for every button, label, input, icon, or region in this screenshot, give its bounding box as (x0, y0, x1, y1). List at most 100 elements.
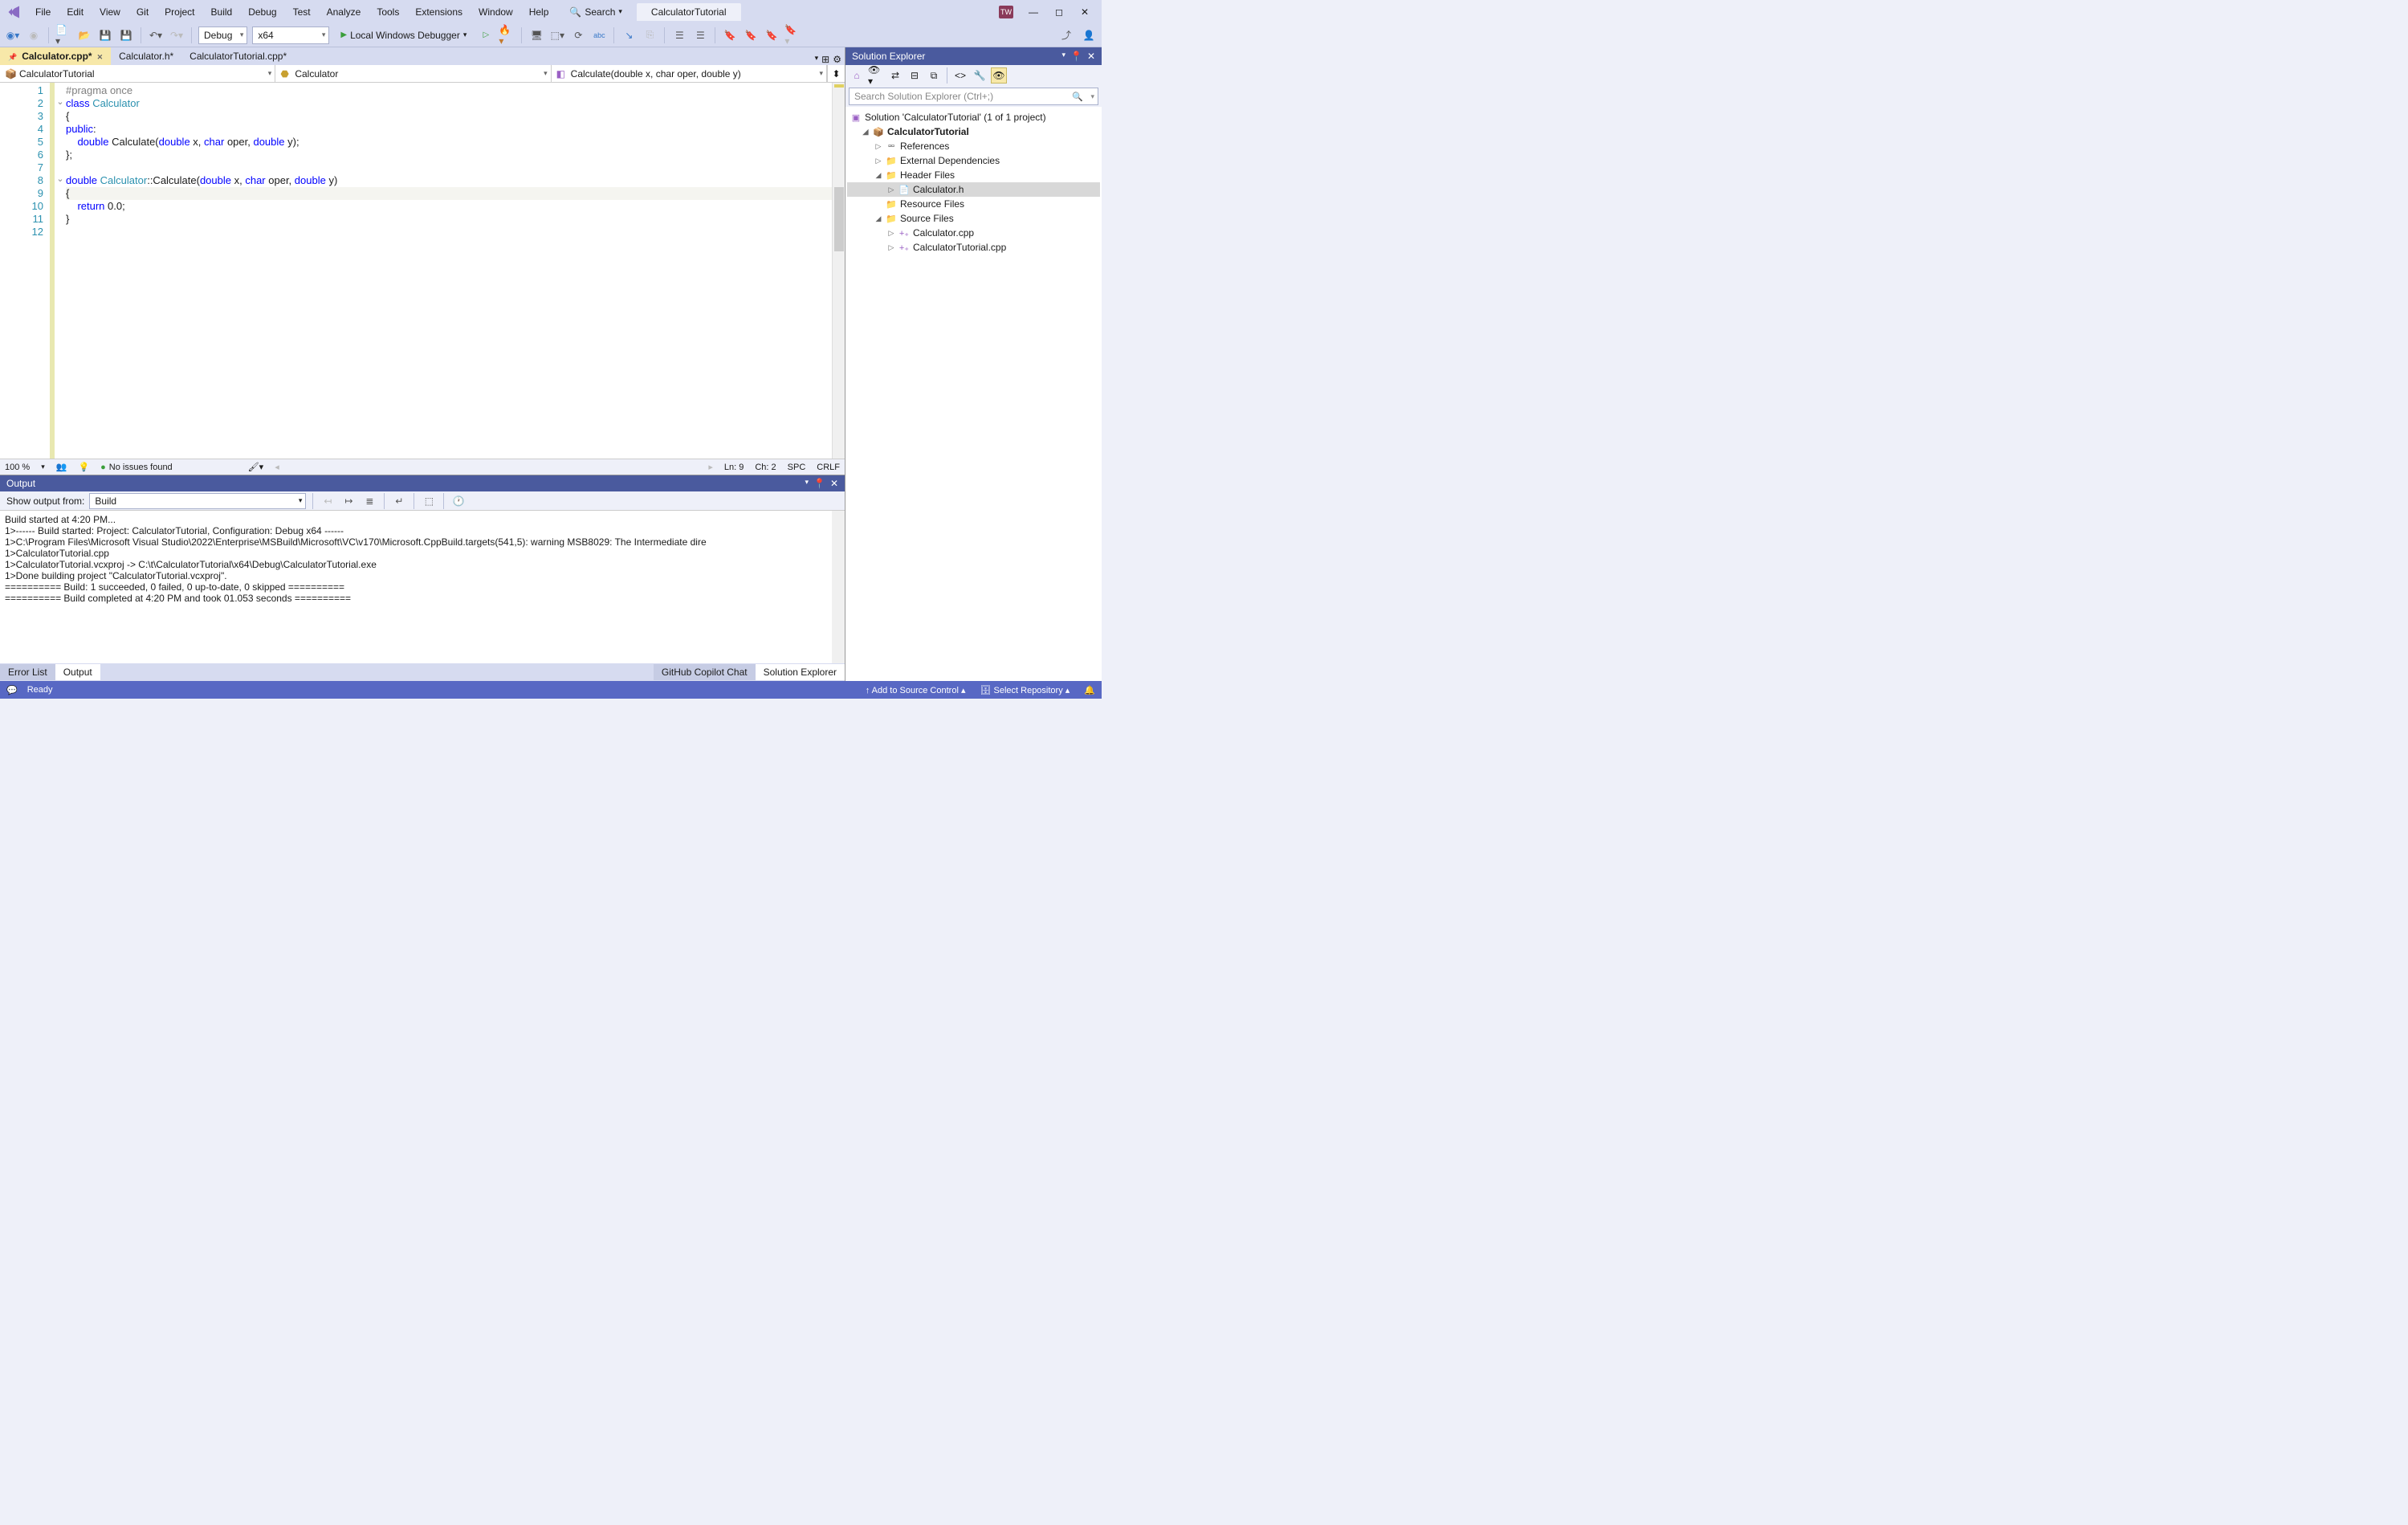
bottom-tab-github-copilot-chat[interactable]: GitHub Copilot Chat (654, 664, 756, 680)
start-debug-button[interactable]: ▶ Local Windows Debugger ▾ (334, 27, 473, 44)
account-icon[interactable]: TW (999, 6, 1013, 18)
sync-icon[interactable]: ⟳ (570, 27, 586, 43)
se-sync-icon[interactable]: ⇄ (887, 67, 903, 84)
toggle-icon[interactable]: ⬚ (421, 493, 437, 509)
brush-icon[interactable]: 🖌▾ (248, 462, 264, 472)
menu-build[interactable]: Build (203, 3, 241, 21)
tabs-preview-icon[interactable]: ⊞ (821, 54, 829, 65)
clear-icon[interactable]: ≣ (361, 493, 377, 509)
outdent-icon[interactable]: ☰ (692, 27, 708, 43)
word-wrap-icon[interactable]: ↵ (391, 493, 407, 509)
tree-tutorial-cpp[interactable]: ▷+₊CalculatorTutorial.cpp (847, 240, 1100, 255)
se-toolbox-icon[interactable]: ⊟ (907, 67, 923, 84)
tree-project[interactable]: ◢📦CalculatorTutorial (847, 124, 1100, 139)
nav-right-icon[interactable]: ▸ (708, 462, 713, 472)
solution-title-tab[interactable]: CalculatorTutorial (637, 3, 741, 21)
se-home-icon[interactable]: ⌂ (849, 67, 865, 84)
close-button[interactable]: ✕ (1079, 6, 1090, 18)
char-indicator[interactable]: Ch: 2 (755, 463, 776, 472)
pin-icon[interactable] (8, 51, 17, 62)
output-source-combo[interactable]: Build (89, 493, 306, 509)
tree-solution[interactable]: ▣Solution 'CalculatorTutorial' (1 of 1 p… (847, 110, 1100, 124)
lightbulb-icon[interactable]: 💡 (78, 462, 89, 472)
eol-indicator[interactable]: CRLF (817, 463, 840, 472)
doc-tab[interactable]: CalculatorTutorial.cpp* (181, 47, 295, 65)
tree-calculator-h[interactable]: ▷📄Calculator.h (847, 182, 1100, 197)
abc-icon[interactable]: abc (591, 27, 607, 43)
search-box[interactable]: 🔍 Search ▾ (564, 5, 627, 19)
tree-header-files[interactable]: ◢📁Header Files (847, 168, 1100, 182)
tree-external-deps[interactable]: ▷📁External Dependencies (847, 153, 1100, 168)
menu-tools[interactable]: Tools (369, 3, 407, 21)
tree-references[interactable]: ▷▫▫References (847, 139, 1100, 153)
se-properties-icon[interactable]: 🔧 (972, 67, 988, 84)
indent-indicator[interactable]: SPC (788, 463, 806, 472)
line-indicator[interactable]: Ln: 9 (724, 463, 744, 472)
liveshare-icon[interactable]: 👤 (1081, 27, 1097, 43)
code-area[interactable]: #pragma onceclass Calculator{public: dou… (66, 83, 832, 459)
nav-left-icon[interactable]: ◂ (275, 462, 279, 472)
config-combo[interactable]: Debug (198, 27, 247, 44)
solution-explorer-header[interactable]: Solution Explorer ▾ 📍 ✕ (845, 47, 1102, 65)
menu-test[interactable]: Test (285, 3, 319, 21)
nav-split-icon[interactable]: ⬍ (827, 65, 845, 82)
menu-window[interactable]: Window (471, 3, 521, 21)
tabs-dropdown-icon[interactable]: ▾ (815, 54, 819, 65)
step-icon[interactable]: ↘ (621, 27, 637, 43)
save-icon[interactable]: 💾 (97, 27, 113, 43)
feedback-icon[interactable]: 💬 (6, 685, 18, 695)
se-code-icon[interactable]: <> (952, 67, 968, 84)
add-source-control[interactable]: ↑ Add to Source Control ▴ (866, 685, 966, 695)
zoom-level[interactable]: 100 % (5, 463, 30, 472)
menu-help[interactable]: Help (521, 3, 557, 21)
output-text[interactable]: Build started at 4:20 PM... 1>------ Bui… (0, 511, 845, 663)
menu-extensions[interactable]: Extensions (407, 3, 471, 21)
tree-calculator-cpp[interactable]: ▷+₊Calculator.cpp (847, 226, 1100, 240)
se-dropdown-icon[interactable]: ▾ (1061, 51, 1065, 62)
panel-pin-icon[interactable]: 📍 (813, 478, 825, 489)
se-pin-icon[interactable]: 📍 (1070, 51, 1082, 62)
maximize-button[interactable]: ◻ (1053, 6, 1065, 18)
bottom-tab-output[interactable]: Output (55, 664, 100, 680)
menu-debug[interactable]: Debug (240, 3, 284, 21)
code-editor[interactable]: 123456789101112 ⌄⌄ #pragma onceclass Cal… (0, 83, 845, 459)
open-icon[interactable]: 📂 (76, 27, 92, 43)
doc-tab[interactable]: Calculator.h* (111, 47, 181, 65)
start-nodebug-icon[interactable]: ▷ (478, 27, 494, 43)
minimize-button[interactable]: — (1028, 6, 1039, 18)
menu-file[interactable]: File (27, 3, 59, 21)
tabs-gear-icon[interactable]: ⚙ (833, 54, 841, 65)
menu-git[interactable]: Git (128, 3, 157, 21)
se-switch-icon[interactable]: 👁▾ (868, 67, 884, 84)
goto-next-icon[interactable]: ↦ (340, 493, 357, 509)
tree-source-files[interactable]: ◢📁Source Files (847, 211, 1100, 226)
bottom-tab-solution-explorer[interactable]: Solution Explorer (756, 664, 845, 680)
platform-combo[interactable]: x64 (252, 27, 329, 44)
issues-status[interactable]: No issues found (100, 463, 173, 472)
new-item-icon[interactable]: 📄▾ (55, 27, 71, 43)
menu-view[interactable]: View (92, 3, 128, 21)
select-repo[interactable]: 🗄 Select Repository ▴ (980, 685, 1070, 695)
se-search-input[interactable]: Search Solution Explorer (Ctrl+;) ▾ (849, 88, 1098, 105)
close-tab-icon[interactable] (97, 51, 104, 62)
nav-class[interactable]: ⬣ Calculator (275, 65, 551, 82)
save-all-icon[interactable]: 💾 (118, 27, 134, 43)
indent-icon[interactable]: ☰ (671, 27, 687, 43)
doc-tab[interactable]: Calculator.cpp* (0, 47, 111, 65)
nav-back-icon[interactable]: ◉▾ (5, 27, 21, 43)
bookmark-icon[interactable]: 🔖 (722, 27, 738, 43)
panel-dropdown-icon[interactable]: ▾ (805, 478, 809, 489)
se-show-all-icon[interactable]: 👁 (991, 67, 1007, 84)
menu-edit[interactable]: Edit (59, 3, 92, 21)
browser-icon[interactable]: 🖥 (528, 27, 544, 43)
outline-margin[interactable]: ⌄⌄ (55, 83, 66, 459)
share-icon[interactable]: ⤴ (1058, 27, 1074, 43)
menu-project[interactable]: Project (157, 3, 202, 21)
nav-scope[interactable]: 📦 CalculatorTutorial (0, 65, 275, 82)
hot-reload-icon[interactable]: 🔥▾ (499, 27, 515, 43)
panel-close-icon[interactable]: ✕ (830, 478, 838, 489)
nav-member[interactable]: ◧ Calculate(double x, char oper, double … (552, 65, 827, 82)
output-scrollbar[interactable] (832, 511, 845, 663)
se-close-icon[interactable]: ✕ (1087, 51, 1095, 62)
se-copy-icon[interactable]: ⧉ (926, 67, 942, 84)
